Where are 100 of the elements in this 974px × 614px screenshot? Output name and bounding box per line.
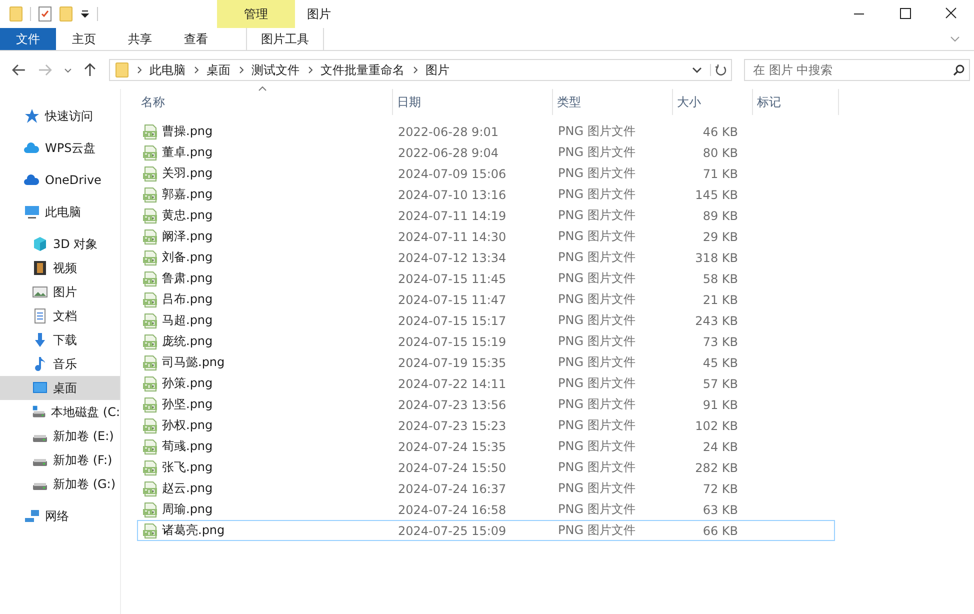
table-cell-text: 29 KB — [702, 230, 739, 244]
image-icon — [32, 284, 48, 300]
breadcrumb-item[interactable]: 此电脑 — [150, 62, 186, 78]
file-row[interactable]: 孙坚.png 2024-07-23 13:56 PNG 图片文件 91 KB — [137, 394, 835, 415]
folder-icon — [114, 62, 129, 78]
table-cell-text: 71 KB — [702, 166, 739, 180]
file-name: 吕布.png — [162, 291, 213, 308]
file-row[interactable]: 吕布.png 2024-07-15 11:47 PNG 图片文件 21 KB — [137, 289, 835, 310]
sidebar-item[interactable]: 音乐 — [0, 352, 120, 376]
window-title: 图片 — [307, 6, 331, 22]
image-file-icon — [142, 144, 158, 160]
table-cell-text: 2024-07-11 14:19 — [397, 208, 508, 222]
file-row[interactable]: 阚泽.png 2024-07-11 14:30 PNG 图片文件 29 KB — [137, 226, 835, 247]
table-cell-text: PNG 图片文件 — [557, 186, 636, 203]
table-cell-text: 73 KB — [702, 334, 739, 348]
checklist-icon[interactable] — [38, 6, 52, 22]
sidebar-item[interactable]: 文档 — [0, 304, 120, 328]
down-arrow-icon — [32, 332, 48, 348]
sidebar-item[interactable]: 快速访问 — [0, 104, 120, 128]
file-row[interactable]: 诸葛亮.png 2024-07-25 15:09 PNG 图片文件 66 KB — [137, 520, 835, 541]
drive-icon — [32, 483, 48, 491]
dropdown-icon[interactable] — [80, 9, 90, 19]
table-cell-text: 45 KB — [702, 356, 739, 370]
file-row[interactable]: 孙策.png 2024-07-22 14:11 PNG 图片文件 57 KB — [137, 373, 835, 394]
file-row[interactable]: 司马懿.png 2024-07-19 15:35 PNG 图片文件 45 KB — [137, 352, 835, 373]
chevron-down-icon[interactable] — [692, 67, 702, 73]
drive-icon — [32, 435, 48, 443]
file-row[interactable]: 黄忠.png 2024-07-11 14:19 PNG 图片文件 89 KB — [137, 205, 835, 226]
table-cell-text: PNG 图片文件 — [557, 459, 636, 476]
file-row[interactable]: 荀彧.png 2024-07-24 15:35 PNG 图片文件 24 KB — [137, 436, 835, 457]
file-name: 曹操.png — [162, 123, 213, 140]
breadcrumb-item[interactable]: 测试文件 — [252, 62, 300, 78]
table-cell-text: 58 KB — [702, 272, 739, 286]
back-arrow-icon[interactable] — [12, 64, 26, 76]
column-header[interactable]: 名称 — [137, 89, 393, 115]
file-row[interactable]: 赵云.png 2024-07-24 16:37 PNG 图片文件 72 KB — [137, 478, 835, 499]
sidebar-item[interactable]: 本地磁盘 (C: — [0, 400, 120, 424]
sidebar-item[interactable]: 网络 — [0, 504, 120, 528]
chevron-right-icon[interactable] — [308, 66, 313, 74]
sidebar-item[interactable]: 新加卷 (F:) — [0, 448, 120, 472]
chevron-right-icon[interactable] — [136, 66, 142, 74]
ribbon-tab[interactable]: 文件 — [0, 28, 56, 50]
chevron-down-icon[interactable] — [64, 68, 72, 72]
file-row[interactable]: 周瑜.png 2024-07-24 16:58 PNG 图片文件 63 KB — [137, 499, 835, 520]
table-cell-text: 2024-07-11 14:30 — [397, 230, 508, 244]
file-name: 庞统.png — [162, 333, 213, 350]
sidebar-item[interactable]: 视频 — [0, 256, 120, 280]
file-row[interactable]: 马超.png 2024-07-15 15:17 PNG 图片文件 243 KB — [137, 310, 835, 331]
file-row[interactable]: 郭嘉.png 2024-07-10 13:16 PNG 图片文件 145 KB — [137, 184, 835, 205]
file-row[interactable]: 刘备.png 2024-07-12 13:34 PNG 图片文件 318 KB — [137, 247, 835, 268]
file-row[interactable]: 曹操.png 2022-06-28 9:01 PNG 图片文件 46 KB — [137, 121, 835, 142]
refresh-icon[interactable] — [710, 64, 727, 76]
file-row[interactable]: 鲁肃.png 2024-07-15 11:45 PNG 图片文件 58 KB — [137, 268, 835, 289]
table-cell-text: 318 KB — [694, 250, 739, 264]
sidebar-item[interactable]: WPS云盘 — [0, 136, 120, 160]
file-row[interactable]: 关羽.png 2024-07-09 15:06 PNG 图片文件 71 KB — [137, 163, 835, 184]
image-file-icon — [142, 166, 158, 182]
address-bar[interactable]: 此电脑 桌面 测试文件 文件批量重命名 图片 — [108, 59, 732, 81]
column-header[interactable]: 标记 — [753, 89, 839, 115]
image-file-icon — [142, 354, 158, 370]
file-row[interactable]: 张飞.png 2024-07-24 15:50 PNG 图片文件 282 KB — [137, 457, 835, 478]
column-header[interactable]: 大小 — [673, 89, 753, 115]
table-cell-text: PNG 图片文件 — [557, 522, 636, 539]
sidebar-item[interactable]: OneDrive — [0, 168, 120, 192]
sidebar-item[interactable]: 新加卷 (G:) — [0, 472, 120, 496]
table-cell-text: PNG 图片文件 — [557, 270, 636, 287]
chevron-right-icon[interactable] — [238, 66, 244, 74]
sidebar-item[interactable]: 图片 — [0, 280, 120, 304]
file-name: 马超.png — [162, 312, 213, 329]
file-name: 荀彧.png — [162, 438, 213, 455]
cube-icon — [32, 236, 48, 252]
image-file-icon — [142, 480, 158, 496]
file-row[interactable]: 孙权.png 2024-07-23 15:23 PNG 图片文件 102 KB — [137, 415, 835, 436]
column-header[interactable]: 日期 — [393, 89, 553, 115]
chevron-right-icon[interactable] — [412, 66, 418, 74]
sidebar-item[interactable]: 下载 — [0, 328, 120, 352]
breadcrumb-item[interactable]: 图片 — [426, 62, 450, 78]
table-cell-text: PNG 图片文件 — [557, 207, 636, 224]
drive-icon — [32, 459, 48, 467]
sidebar-item[interactable]: 桌面 — [0, 376, 120, 400]
image-file-icon — [142, 376, 158, 392]
file-row[interactable]: 董卓.png 2022-06-28 9:04 PNG 图片文件 80 KB — [137, 142, 835, 163]
table-cell-text: PNG 图片文件 — [557, 354, 636, 371]
up-arrow-icon[interactable] — [84, 63, 96, 77]
breadcrumb-item[interactable]: 桌面 — [206, 62, 231, 78]
chevron-right-icon[interactable] — [194, 66, 199, 74]
monitor-icon — [24, 204, 40, 220]
table-cell-text: PNG 图片文件 — [557, 438, 636, 455]
file-row[interactable]: 庞统.png 2024-07-15 15:19 PNG 图片文件 73 KB — [137, 331, 835, 352]
ribbon-tab[interactable]: 图片工具 — [246, 28, 324, 50]
image-file-icon — [142, 418, 158, 434]
sidebar-item[interactable]: 此电脑 — [0, 200, 120, 224]
breadcrumb-item[interactable]: 文件批量重命名 — [320, 62, 405, 78]
search-field[interactable]: 在 图片 中搜索 — [744, 59, 970, 81]
table-cell-text: 2024-07-24 16:58 — [397, 502, 508, 516]
file-name: 刘备.png — [162, 249, 213, 266]
sidebar-item[interactable]: 3D 对象 — [0, 232, 120, 256]
sidebar-item[interactable]: 新加卷 (E:) — [0, 424, 120, 448]
column-header[interactable]: 类型 — [553, 89, 673, 115]
table-cell-text: PNG 图片文件 — [557, 228, 636, 245]
